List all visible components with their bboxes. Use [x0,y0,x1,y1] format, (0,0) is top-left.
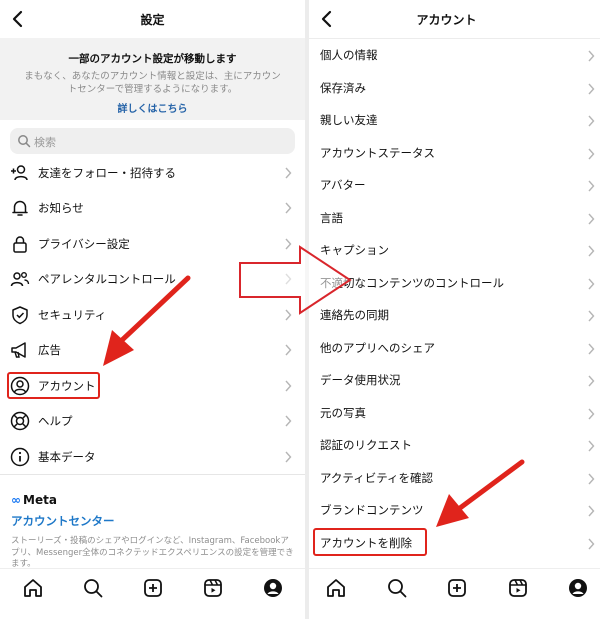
annotation-overlay [103,245,525,527]
transition-arrow-icon [239,245,352,315]
pointer-arrow-delete-head [436,494,469,527]
pointer-arrow-delete-shaft [457,459,525,511]
pointer-arrow-account-shaft [117,275,191,345]
